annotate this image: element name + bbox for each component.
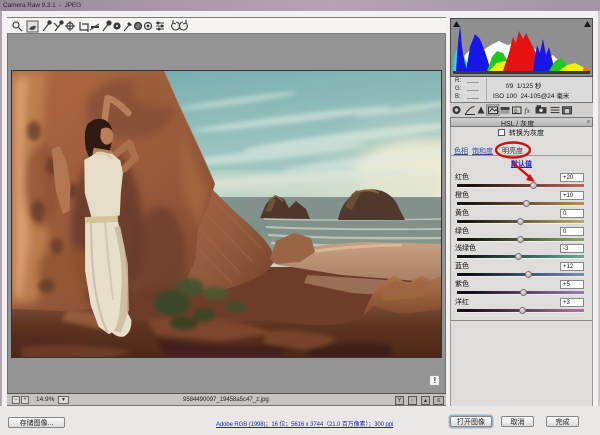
svg-text:fx: fx (525, 106, 531, 115)
